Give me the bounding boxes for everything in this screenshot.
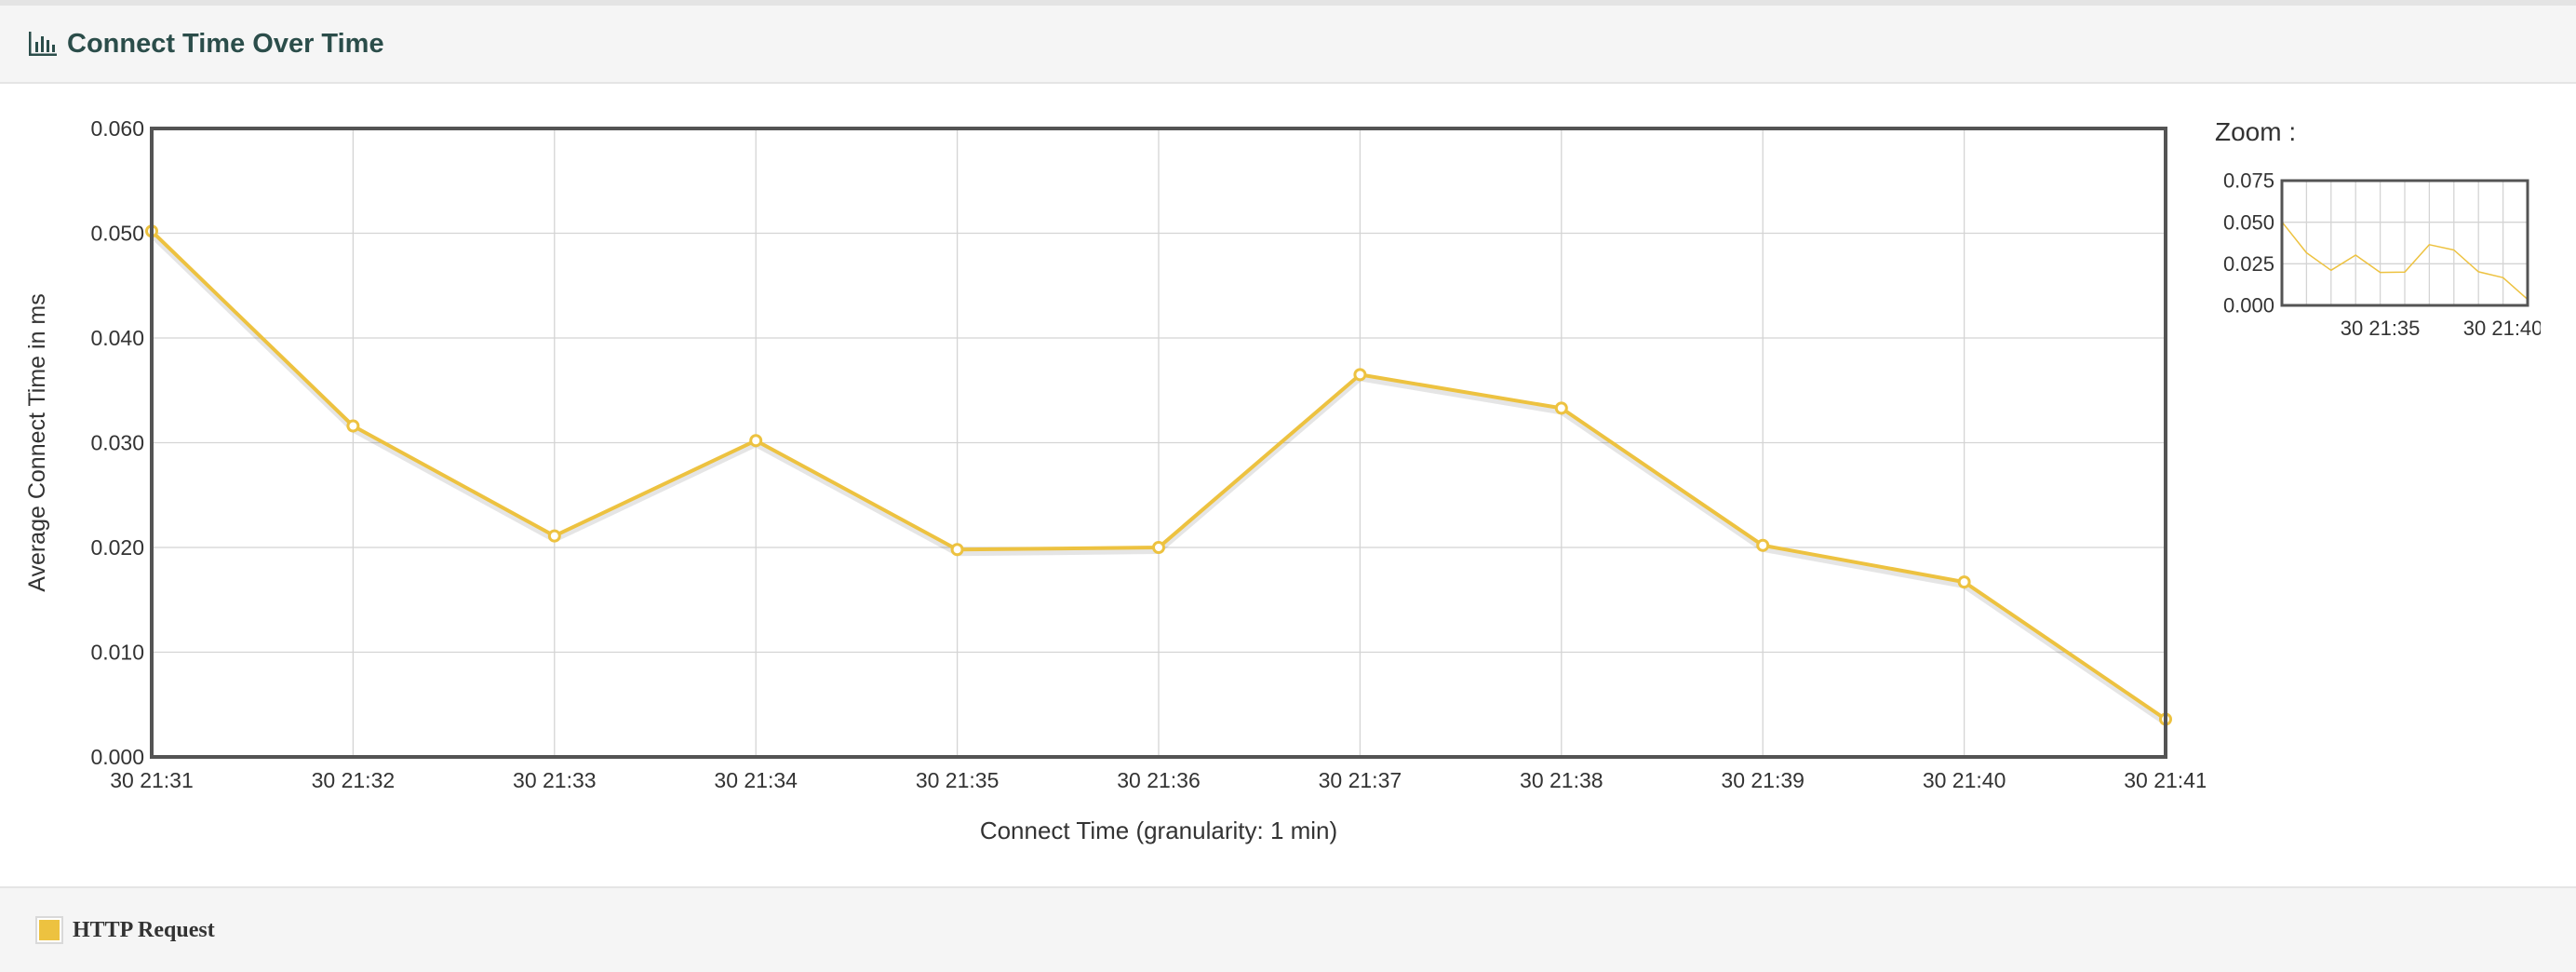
x-tick-label: 30 21:40 bbox=[2463, 317, 2541, 340]
legend-item-http-request[interactable]: HTTP Request bbox=[35, 916, 215, 944]
y-tick-label: 0.000 bbox=[90, 745, 144, 769]
data-point bbox=[1152, 541, 1165, 554]
bar-chart-icon bbox=[28, 29, 58, 59]
data-point bbox=[547, 529, 561, 543]
panel-title: Connect Time Over Time bbox=[67, 28, 384, 59]
data-point bbox=[950, 543, 964, 557]
legend-label: HTTP Request bbox=[73, 917, 215, 942]
y-tick-label: 0.050 bbox=[90, 222, 144, 246]
y-tick-label: 0.020 bbox=[90, 535, 144, 560]
data-point bbox=[346, 419, 360, 433]
data-point bbox=[1957, 575, 1971, 589]
y-tick-label: 0.060 bbox=[90, 116, 144, 141]
y-tick-label: 0.040 bbox=[90, 326, 144, 350]
chart-area: 0.000 0.010 0.020 0.030 0.040 0.050 0.060 30 21… bbox=[0, 84, 2576, 886]
x-tick-label: 30 21:31 bbox=[110, 768, 194, 792]
data-point bbox=[1756, 538, 1770, 552]
y-tick-label: 0.010 bbox=[90, 641, 144, 665]
panel-header: Connect Time Over Time bbox=[0, 6, 2576, 84]
x-tick-label: 30 21:35 bbox=[916, 768, 1000, 792]
data-point bbox=[1353, 368, 1367, 382]
legend-swatch bbox=[35, 916, 63, 944]
x-tick-label: 30 21:37 bbox=[1319, 768, 1402, 792]
y-axis-title: Average Connect Time in ms bbox=[24, 293, 50, 592]
zoom-label: Zoom : bbox=[2215, 117, 2297, 146]
y-tick-label: 0.075 bbox=[2223, 172, 2274, 193]
y-tick-label: 0.030 bbox=[90, 431, 144, 455]
zoom-overview-chart[interactable]: 0.000 0.025 0.050 0.075 30 21:35 30 21:40 bbox=[2206, 172, 2541, 358]
x-tick-label: 30 21:36 bbox=[1117, 768, 1201, 792]
x-tick-label: 30 21:33 bbox=[513, 768, 597, 792]
y-tick-label: 0.025 bbox=[2223, 252, 2274, 276]
x-tick-label: 30 21:35 bbox=[2341, 317, 2421, 340]
main-chart[interactable]: 0.000 0.010 0.020 0.030 0.040 0.050 0.060 30 21… bbox=[0, 84, 2206, 886]
x-axis-title: Connect Time (granularity: 1 min) bbox=[980, 817, 1337, 844]
x-tick-label: 30 21:40 bbox=[1923, 768, 2006, 792]
x-tick-label: 30 21:39 bbox=[1721, 768, 1805, 792]
x-tick-label: 30 21:38 bbox=[1520, 768, 1603, 792]
x-tick-label: 30 21:32 bbox=[312, 768, 396, 792]
legend-bar: HTTP Request bbox=[0, 886, 2576, 972]
data-point bbox=[1554, 401, 1568, 415]
x-tick-label: 30 21:41 bbox=[2124, 768, 2206, 792]
y-tick-label: 0.000 bbox=[2223, 294, 2274, 317]
y-tick-label: 0.050 bbox=[2223, 210, 2274, 234]
data-point bbox=[749, 434, 763, 448]
x-tick-label: 30 21:34 bbox=[714, 768, 798, 792]
